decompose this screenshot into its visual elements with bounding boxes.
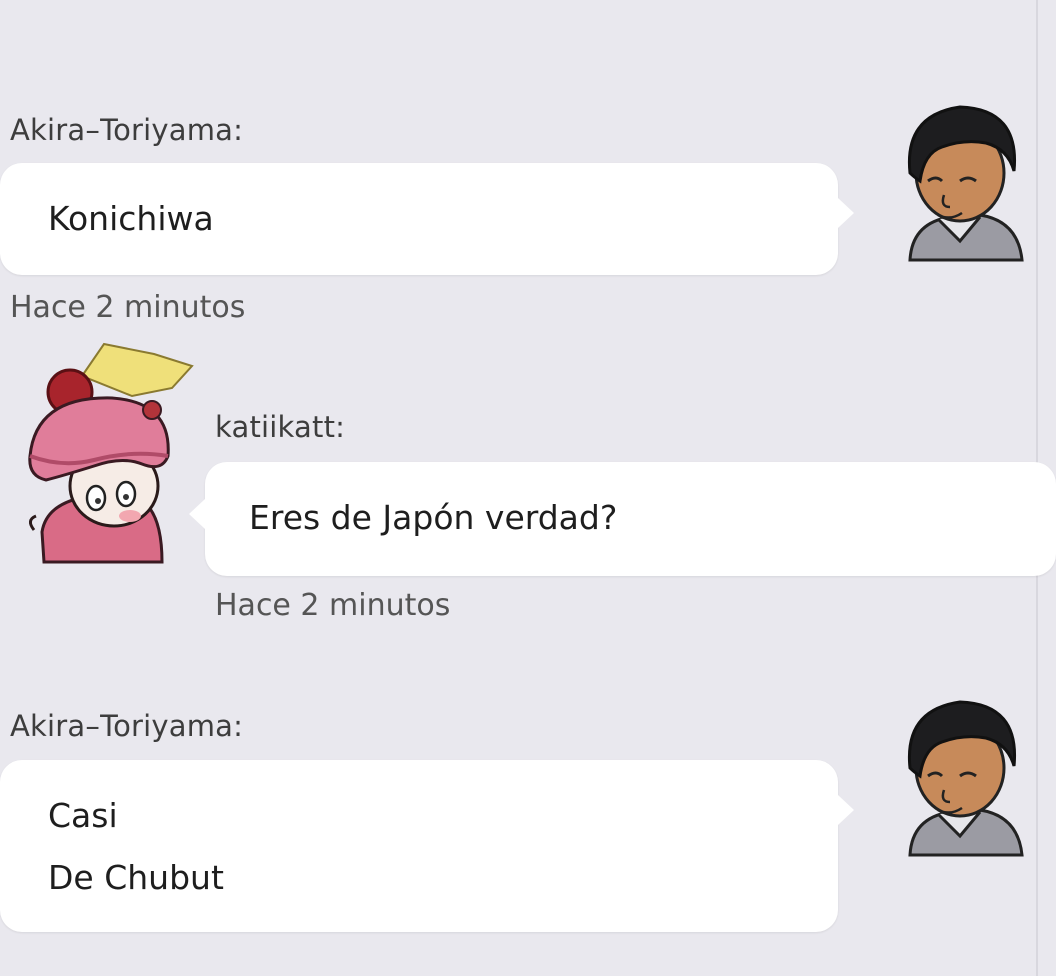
message-sender: katiikatt: bbox=[215, 410, 346, 444]
message-bubble[interactable]: Eres de Japón verdad? bbox=[205, 462, 1056, 576]
bubble-tail bbox=[838, 198, 854, 228]
message-text: Konichiwa bbox=[48, 199, 214, 238]
chat-thread: Akira–Toriyama: Konichiwa Hace 2 minutos… bbox=[0, 0, 1056, 976]
message-sender: Akira–Toriyama: bbox=[10, 709, 244, 743]
message-timestamp: Hace 2 minutos bbox=[215, 588, 451, 623]
message-text: Eres de Japón verdad? bbox=[249, 498, 618, 537]
message-sender: Akira–Toriyama: bbox=[10, 113, 244, 147]
message-timestamp: Hace 2 minutos bbox=[10, 290, 246, 325]
bubble-tail bbox=[838, 795, 854, 825]
bubble-tail bbox=[189, 499, 205, 529]
man-avatar-icon[interactable] bbox=[880, 95, 1030, 265]
message-bubble[interactable]: Casi De Chubut bbox=[0, 760, 838, 932]
man-avatar-icon[interactable] bbox=[880, 690, 1030, 860]
message-bubble[interactable]: Konichiwa bbox=[0, 163, 838, 275]
message-text: De Chubut bbox=[48, 858, 224, 897]
message-text: Casi bbox=[48, 796, 118, 835]
girl-avatar-icon[interactable] bbox=[22, 336, 200, 564]
